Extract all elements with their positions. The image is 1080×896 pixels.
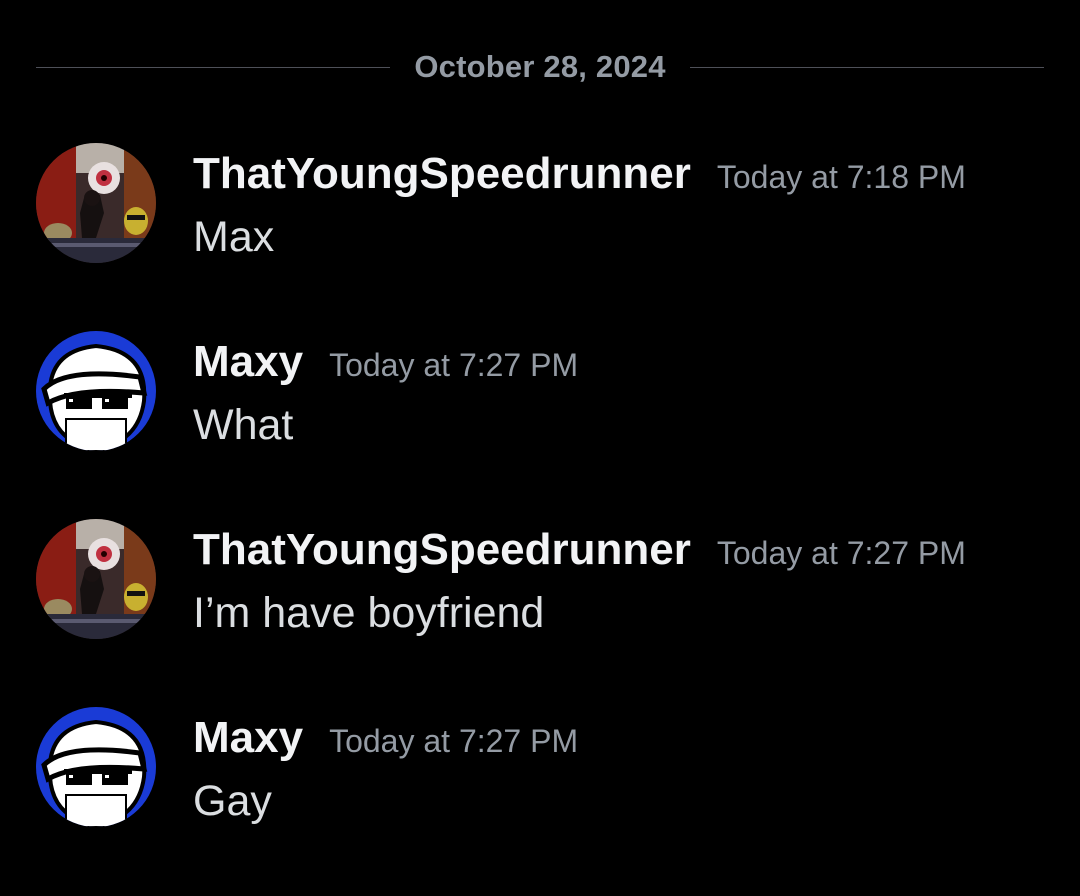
divider-line-right [689, 66, 1044, 68]
kettle-sunglasses-avatar-icon[interactable] [36, 707, 156, 827]
message-content: What [193, 401, 294, 449]
divider-date: October 28, 2024 [414, 49, 666, 84]
username[interactable]: ThatYoungSpeedrunner [193, 149, 691, 199]
message-content: Gay [193, 777, 272, 825]
message-header: Maxy Today at 7:27 PM [193, 713, 578, 763]
timestamp[interactable]: Today at 7:27 PM [329, 347, 578, 384]
message-content: Max [193, 213, 275, 261]
timestamp[interactable]: Today at 7:27 PM [329, 723, 578, 760]
date-divider: October 28, 2024 [36, 48, 1044, 86]
divider-line-left [36, 66, 391, 68]
message-content: I’m have boyfriend [193, 589, 545, 637]
username[interactable]: Maxy [193, 713, 303, 763]
message-item: Maxy Today at 7:27 PM What [36, 331, 1046, 455]
message-header: Maxy Today at 7:27 PM [193, 337, 578, 387]
collage-avatar-icon[interactable] [36, 143, 156, 263]
message-item: ThatYoungSpeedrunner Today at 7:27 PM I’… [36, 519, 1046, 643]
username[interactable]: ThatYoungSpeedrunner [193, 525, 691, 575]
collage-avatar-icon[interactable] [36, 519, 156, 639]
username[interactable]: Maxy [193, 337, 303, 387]
kettle-sunglasses-avatar-icon[interactable] [36, 331, 156, 451]
timestamp[interactable]: Today at 7:18 PM [717, 159, 966, 196]
message-item: ThatYoungSpeedrunner Today at 7:18 PM Ma… [36, 143, 1046, 267]
message-header: ThatYoungSpeedrunner Today at 7:27 PM [193, 525, 966, 575]
message-header: ThatYoungSpeedrunner Today at 7:18 PM [193, 149, 966, 199]
message-item: Maxy Today at 7:27 PM Gay [36, 707, 1046, 831]
timestamp[interactable]: Today at 7:27 PM [717, 535, 966, 572]
